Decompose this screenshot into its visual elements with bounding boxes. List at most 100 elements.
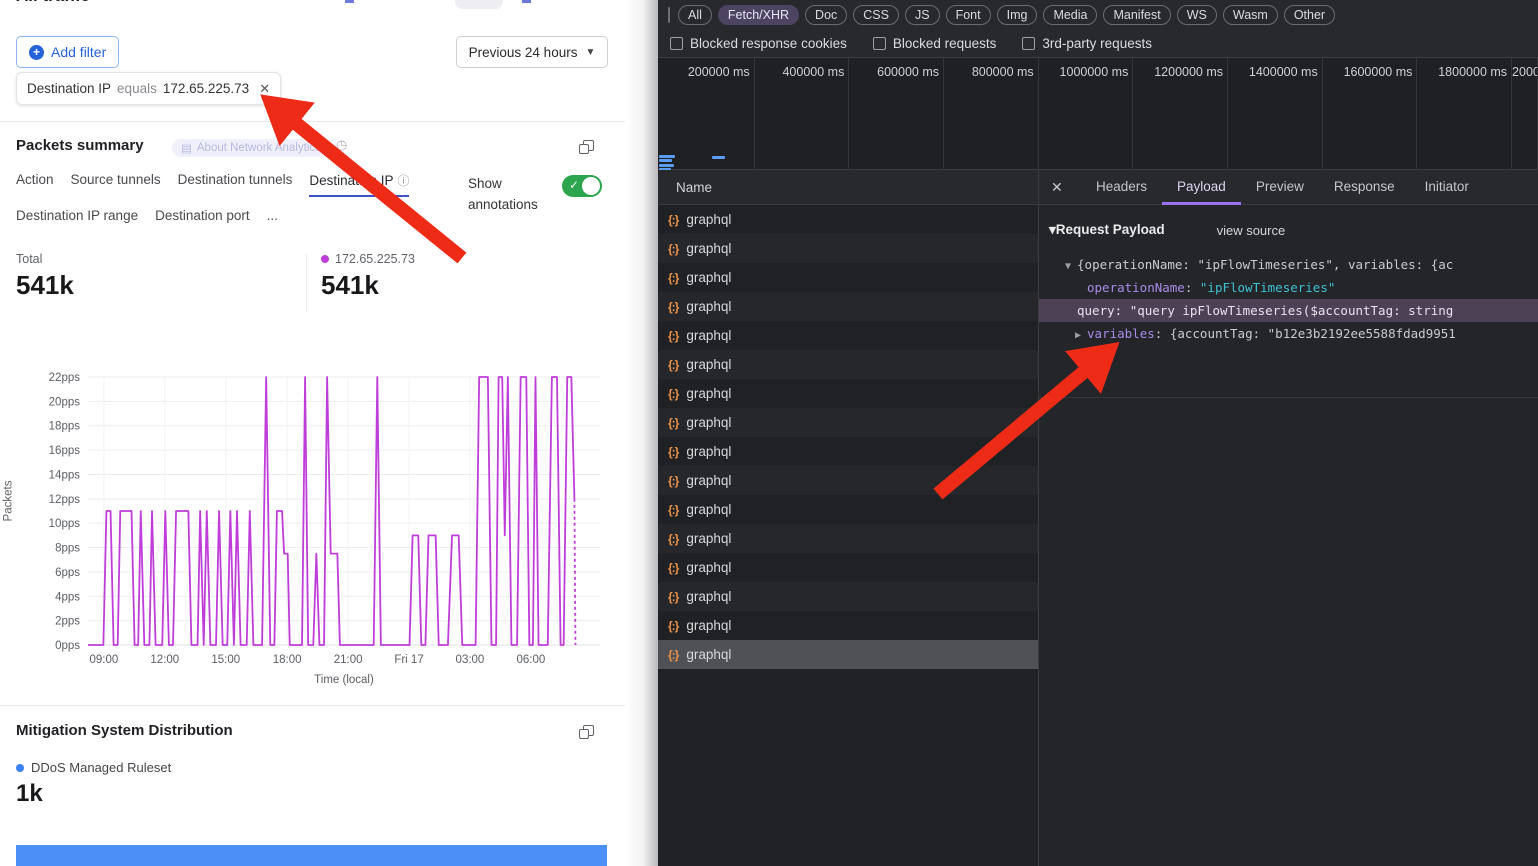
json-file-icon: {:} (668, 416, 678, 430)
request-name: graphql (686, 212, 731, 227)
network-options-bar: Blocked response cookies Blocked requests… (658, 29, 1538, 58)
payload-entry-operationname[interactable]: operationName: "ipFlowTimeseries" (1049, 276, 1538, 299)
request-row[interactable]: {:}graphql (658, 234, 1038, 263)
svg-text:20pps: 20pps (49, 396, 81, 408)
payload-colon: : (1115, 303, 1130, 318)
payload-entry-variables[interactable]: ▶variables: {accountTag: "b12e3b2192ee55… (1049, 322, 1538, 345)
request-name: graphql (686, 560, 731, 575)
filter-pill-img[interactable]: Img (997, 5, 1038, 25)
checkbox-3rd-party-requests[interactable]: 3rd-party requests (1022, 36, 1152, 51)
request-row[interactable]: {:}graphql (658, 611, 1038, 640)
window-gap (625, 0, 658, 866)
detail-tab-initiator[interactable]: Initiator (1410, 170, 1484, 205)
request-row[interactable]: {:}graphql (658, 437, 1038, 466)
request-row[interactable]: {:}graphql (658, 553, 1038, 582)
payload-key: operationName (1087, 280, 1185, 295)
network-analytics-panel: All traffic + Add filter Previous 24 hou… (0, 0, 625, 866)
request-type-filter-bar: All Fetch/XHR Doc CSS JS Font ImgMedia Manifest… (658, 0, 1538, 29)
svg-text:22pps: 22pps (49, 372, 81, 384)
payload-root-row[interactable]: ▼{operationName: "ipFlowTimeseries", var… (1049, 253, 1538, 276)
request-row[interactable]: {:}graphql (658, 495, 1038, 524)
request-row[interactable]: {:}graphql (658, 466, 1038, 495)
tab-action[interactable]: Action (16, 172, 54, 197)
request-name: graphql (686, 647, 731, 662)
stat-total: Total541k (16, 252, 166, 312)
filter-pill-css[interactable]: CSS (853, 5, 899, 25)
payload-key: query (1077, 303, 1115, 318)
svg-text:18:00: 18:00 (273, 654, 302, 666)
request-row[interactable]: {:}graphql (658, 379, 1038, 408)
request-name: graphql (686, 299, 731, 314)
request-row[interactable]: {:} graphql (658, 292, 1038, 321)
waterfall-bar (712, 156, 725, 159)
request-payload-title[interactable]: ▾Request Payload (1049, 222, 1165, 238)
detail-tab-bar: ✕ HeadersPayloadPreviewResponseInitiator (1039, 170, 1538, 205)
svg-text:Time (local): Time (local) (314, 674, 374, 686)
expanded-triangle-icon[interactable]: ▼ (1065, 261, 1071, 272)
json-file-icon: {:} (668, 213, 678, 227)
expand-card-icon[interactable] (583, 140, 594, 151)
request-row[interactable]: {:}graphql (658, 640, 1038, 669)
filter-operator: equals (117, 81, 157, 96)
filter-pill-all[interactable]: All (678, 5, 712, 25)
filter-pill-ws[interactable]: WS (1177, 5, 1217, 25)
svg-text:10pps: 10pps (49, 518, 81, 530)
tab-source-tunnels[interactable]: Source tunnels (71, 172, 161, 197)
json-file-icon: {:} (668, 300, 678, 314)
request-row[interactable]: {:}graphql (658, 408, 1038, 437)
request-row[interactable]: {:}graphql (658, 582, 1038, 611)
checkbox-blocked-requests[interactable]: Blocked requests (873, 36, 997, 51)
detail-tab-preview[interactable]: Preview (1241, 170, 1319, 205)
request-detail-panel: ✕ HeadersPayloadPreviewResponseInitiator… (1038, 170, 1538, 866)
request-row[interactable]: {:}graphql (658, 321, 1038, 350)
filter-pill-media[interactable]: Media (1043, 5, 1097, 25)
add-filter-button[interactable]: + Add filter (16, 36, 119, 68)
request-row[interactable]: {:}graphql (658, 350, 1038, 379)
filter-pill-other[interactable]: Other (1284, 5, 1335, 25)
filter-chip[interactable]: Destination IP equals 172.65.225.73 ✕ (16, 72, 281, 105)
request-name: graphql (686, 328, 731, 343)
tab-destination-ip[interactable]: Destination IPⓘ (309, 172, 409, 197)
json-file-icon: {:} (668, 532, 678, 546)
filter-value: 172.65.225.73 (163, 81, 249, 96)
tab-destination-port[interactable]: Destination port (155, 208, 250, 229)
name-column-header[interactable]: Name (658, 170, 1038, 205)
view-source-link[interactable]: view source (1217, 223, 1286, 238)
checkbox-icon (670, 37, 683, 50)
json-file-icon: {:} (668, 271, 678, 285)
waterfall-bars (658, 58, 1538, 170)
request-row[interactable]: {:}graphql (658, 263, 1038, 292)
request-name: graphql (686, 531, 731, 546)
filter-pill-manifest[interactable]: Manifest (1103, 5, 1170, 25)
request-row[interactable]: {:} graphql (658, 205, 1038, 234)
toggle-knob (582, 177, 600, 195)
annotations-toggle[interactable]: ✓ (562, 175, 602, 197)
clock-icon: ◷ (336, 137, 347, 153)
page-title: All traffic (16, 0, 90, 6)
tab-[interactable]: ... (267, 208, 278, 229)
detail-tab-response[interactable]: Response (1319, 170, 1410, 205)
detail-tab-headers[interactable]: Headers (1081, 170, 1162, 205)
expand-card-icon[interactable] (583, 725, 594, 736)
filter-pill-doc[interactable]: Doc (805, 5, 847, 25)
remove-filter-icon[interactable]: ✕ (259, 81, 270, 97)
chevron-down-icon: ▼ (585, 47, 595, 58)
requests-list-panel: Name {:} graphql {:} graphql {:} graphql {:} gr… (658, 170, 1038, 866)
tab-destination-ip-range[interactable]: Destination IP range (16, 208, 138, 229)
checkbox-blocked-response-cookies[interactable]: Blocked response cookies (670, 36, 847, 51)
payload-entry-query[interactable]: query: "query ipFlowTimeseries($accountT… (1039, 299, 1538, 322)
request-row[interactable]: {:} graphql (658, 524, 1038, 553)
about-network-analytics-badge[interactable]: ▤ About Network Analytics (172, 139, 330, 157)
collapsed-triangle-icon[interactable]: ▶ (1075, 330, 1081, 341)
detail-tab-payload[interactable]: Payload (1162, 170, 1241, 205)
filter-pill-font[interactable]: Font (946, 5, 991, 25)
mitigation-value: 1k (16, 780, 43, 808)
close-icon[interactable]: ✕ (1051, 179, 1081, 196)
time-range-dropdown[interactable]: Previous 24 hours ▼ (456, 36, 608, 68)
filter-pill-fetch-xhr[interactable]: Fetch/XHR (718, 5, 799, 25)
filter-pill-js[interactable]: JS (905, 5, 940, 25)
stats-row: Total541k172.65.225.73541k (16, 252, 471, 312)
tab-destination-tunnels[interactable]: Destination tunnels (178, 172, 293, 197)
filter-pill-wasm[interactable]: Wasm (1223, 5, 1278, 25)
divider (306, 254, 307, 312)
